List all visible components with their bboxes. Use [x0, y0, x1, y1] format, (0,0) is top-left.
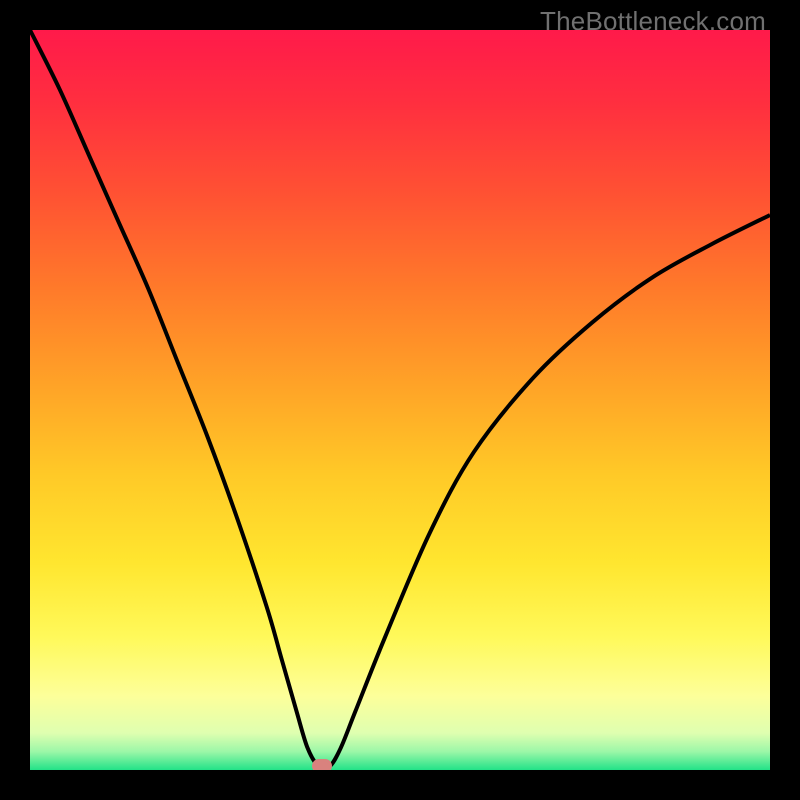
minimum-point-marker — [312, 759, 332, 770]
chart-frame: TheBottleneck.com — [0, 0, 800, 800]
bottleneck-curve — [30, 30, 770, 770]
plot-area — [30, 30, 770, 770]
